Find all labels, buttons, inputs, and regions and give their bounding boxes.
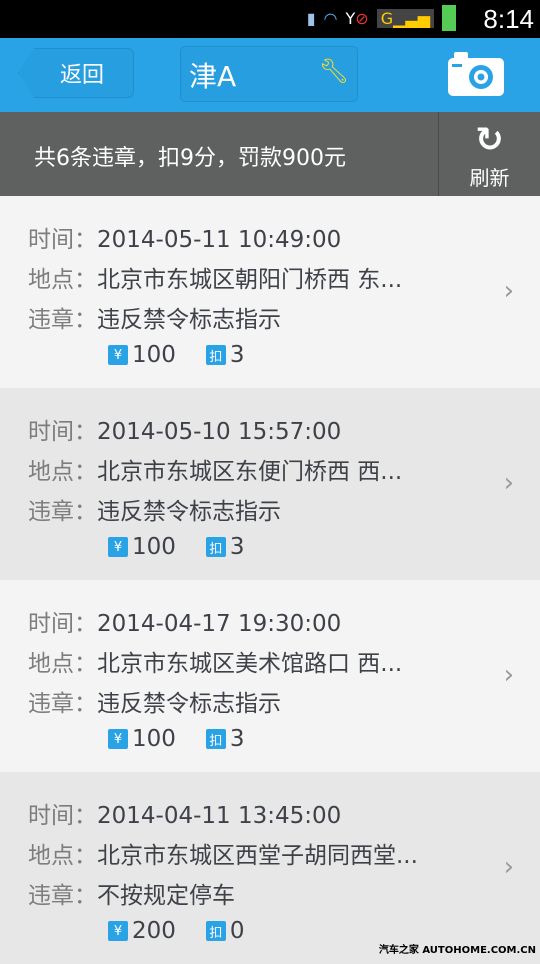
fine-value: 100 [132,726,176,752]
refresh-icon: ↻ [475,120,504,160]
time-label: 时间： [28,611,97,637]
violation-item[interactable]: 时间：2014-04-17 19:30:00 地点：北京市东城区美术馆路口 西.… [0,580,540,772]
watermark: 汽车之家 AUTOHOME.COM.CN [378,945,536,956]
time-value: 2014-05-11 10:49:00 [97,227,342,253]
place-label: 地点： [28,267,97,293]
summary-bar: 共6条违章，扣9分，罚款900元 ↻ 刷新 [0,112,540,196]
place-value: 北京市东城区朝阳门桥西 东... [97,267,403,293]
yuan-icon: ¥ [108,345,128,365]
points-icon: 扣 [205,345,226,365]
place-value: 北京市东城区东便门桥西 西... [97,459,403,485]
fine-value: 100 [132,534,176,560]
points-icon: 扣 [205,921,226,941]
plate-number: 津A [189,60,237,93]
violation-item[interactable]: 时间：2014-05-11 10:49:00 地点：北京市东城区朝阳门桥西 东.… [0,196,540,388]
back-button[interactable]: 返回 [18,48,134,98]
battery-icon [442,5,456,31]
violation-label: 违章： [28,499,97,525]
signal-icon: G▁▃▅ [376,8,434,28]
fine-value: 200 [132,918,176,944]
time-label: 时间： [28,419,97,445]
violation-label: 违章： [28,307,97,333]
points-value: 3 [229,342,245,368]
time-label: 时间： [28,803,97,829]
wrench-icon[interactable]: 🔧︎ [319,57,349,85]
violation-value: 违反禁令标志指示 [97,691,281,717]
place-value: 北京市东城区西堂子胡同西堂... [97,843,418,869]
place-label: 地点： [28,459,97,485]
violation-item[interactable]: 时间：2014-04-11 13:45:00 地点：北京市东城区西堂子胡同西堂.… [0,772,540,964]
place-label: 地点： [28,651,97,677]
app-bar: 返回 津A 🔧︎ [0,38,540,112]
violation-value: 不按规定停车 [97,883,235,909]
wifi-icon: ◠ [323,8,338,28]
violation-label: 违章： [28,883,97,909]
summary-text: 共6条违章，扣9分，罚款900元 [34,146,346,171]
time-label: 时间： [28,227,97,253]
points-value: 3 [229,534,245,560]
chevron-right-icon: › [503,468,514,498]
refresh-label: 刷新 [469,166,510,190]
place-value: 北京市东城区美术馆路口 西... [97,651,403,677]
yuan-icon: ¥ [108,921,128,941]
chevron-right-icon: › [503,660,514,690]
violation-label: 违章： [28,691,97,717]
violation-value: 违反禁令标志指示 [97,307,281,333]
refresh-button[interactable]: ↻ 刷新 [438,112,540,196]
chevron-right-icon: › [503,852,514,882]
yuan-icon: ¥ [108,729,128,749]
status-icons: ▮ ◠ Y⊘ G▁▃▅ [307,5,456,31]
points-icon: 扣 [205,729,226,749]
no-signal-icon: Y⊘ [345,8,369,28]
clock: 8:14 [483,4,534,34]
camera-icon[interactable] [448,52,504,96]
time-value: 2014-05-10 15:57:00 [97,419,342,445]
yuan-icon: ¥ [108,537,128,557]
fine-value: 100 [132,342,176,368]
place-label: 地点： [28,843,97,869]
violation-list: 时间：2014-05-11 10:49:00 地点：北京市东城区朝阳门桥西 东.… [0,196,540,964]
violation-item[interactable]: 时间：2014-05-10 15:57:00 地点：北京市东城区东便门桥西 西.… [0,388,540,580]
points-value: 3 [229,726,245,752]
vibrate-icon: ▮ [306,8,316,28]
chevron-right-icon: › [503,276,514,306]
plate-selector[interactable]: 津A 🔧︎ [180,46,358,102]
time-value: 2014-04-11 13:45:00 [97,803,342,829]
points-icon: 扣 [205,537,226,557]
status-bar: ▮ ◠ Y⊘ G▁▃▅ 8:14 [0,0,540,38]
points-value: 0 [229,918,245,944]
time-value: 2014-04-17 19:30:00 [97,611,342,637]
violation-value: 违反禁令标志指示 [97,499,281,525]
